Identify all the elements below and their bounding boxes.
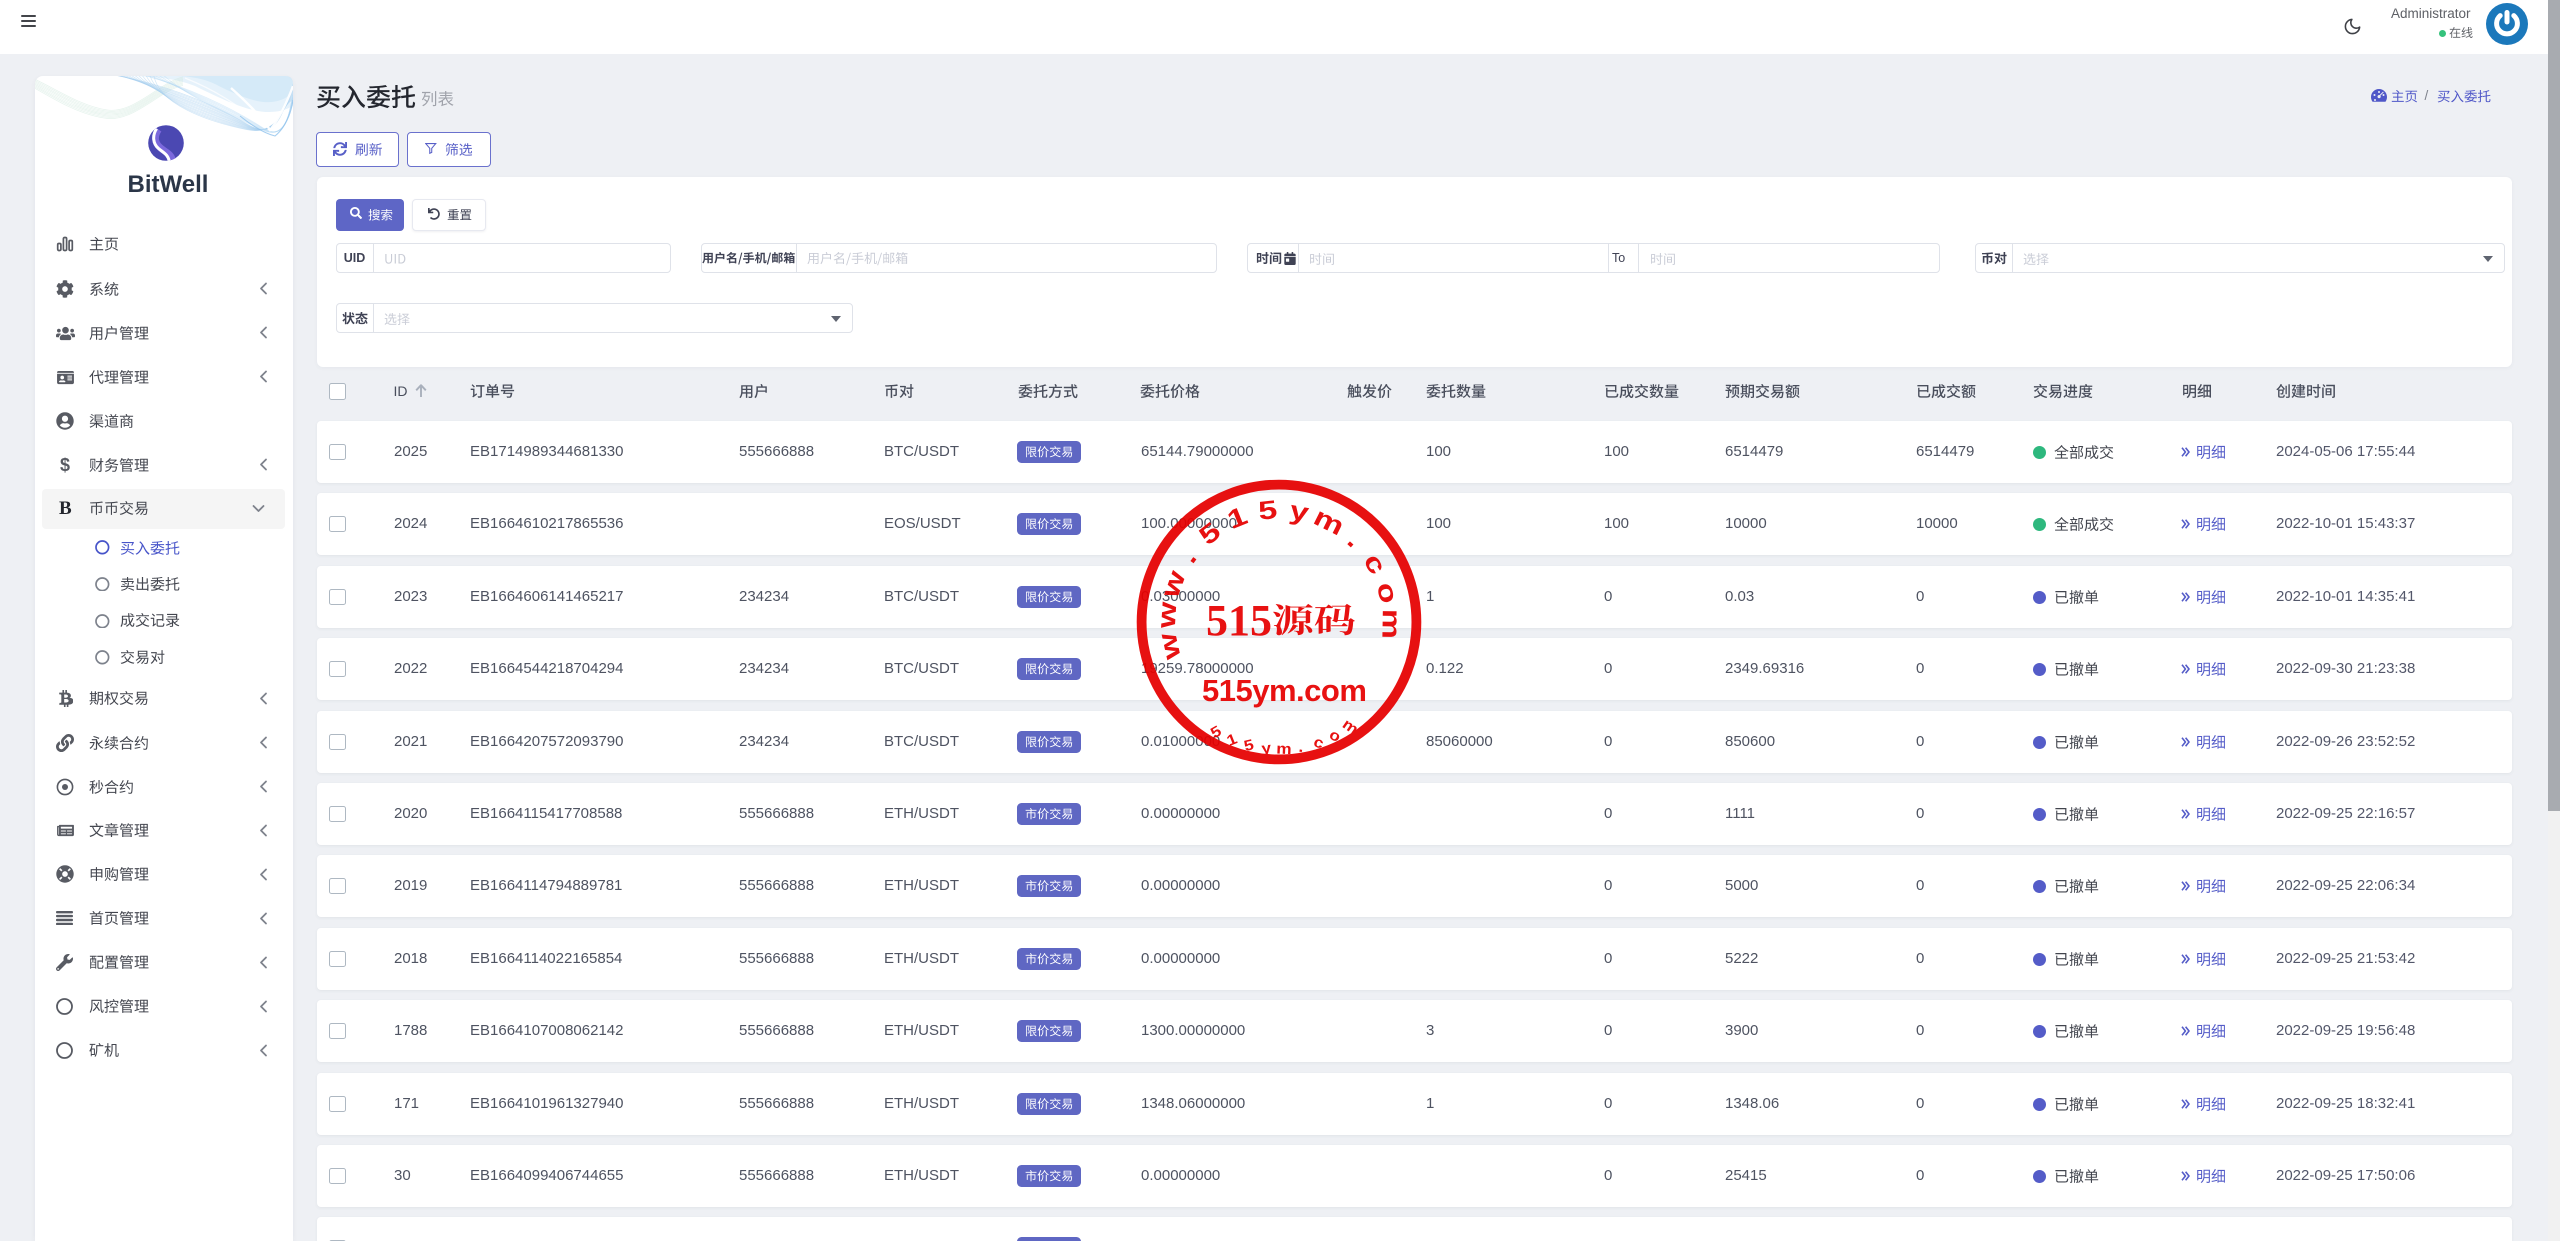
svg-text:5: 5 xyxy=(1194,517,1226,551)
svg-text:m: m xyxy=(1276,740,1292,757)
svg-text:o: o xyxy=(1371,579,1404,606)
svg-text:.: . xyxy=(1174,544,1203,568)
svg-text:w: w xyxy=(1153,600,1183,630)
svg-text:.: . xyxy=(1342,526,1368,553)
svg-text:m: m xyxy=(1309,502,1349,541)
svg-text:y: y xyxy=(1261,740,1272,758)
svg-text:c: c xyxy=(1358,548,1392,579)
svg-text:m: m xyxy=(1377,609,1406,640)
svg-text:w: w xyxy=(1153,630,1187,664)
svg-text:5: 5 xyxy=(1257,495,1279,525)
svg-text:y: y xyxy=(1288,496,1312,527)
svg-text:w: w xyxy=(1156,566,1192,602)
svg-text:1: 1 xyxy=(1224,501,1252,534)
